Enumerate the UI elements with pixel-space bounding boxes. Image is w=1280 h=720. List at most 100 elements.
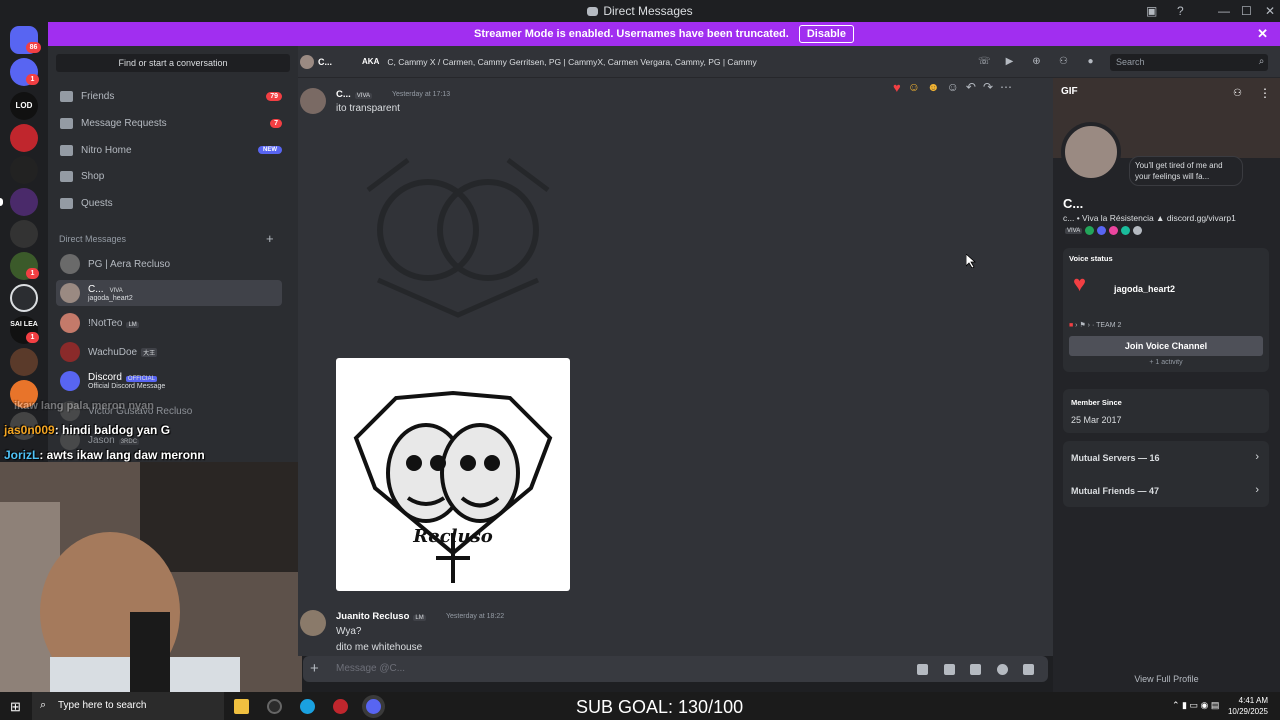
help-icon[interactable]: ? [1177, 4, 1184, 18]
user-profile-panel: GIF ⚇ ⋮ You'll get tired of me and your … [1053, 78, 1280, 692]
dm-header: Direct Messages [59, 234, 127, 244]
inbox-icon[interactable]: ▣ [1146, 4, 1157, 18]
attach-plus-icon[interactable]: + [310, 660, 319, 677]
badge-icon [1109, 226, 1119, 235]
transparent-image-attachment[interactable] [346, 145, 570, 325]
search-input[interactable]: Search [1110, 54, 1268, 71]
server-icon[interactable] [10, 124, 38, 152]
app-icon[interactable] [333, 699, 348, 714]
aka-label: AKA [362, 57, 380, 66]
find-conversation-input[interactable]: Find or start a conversation [56, 54, 290, 72]
disable-streamer-button[interactable]: Disable [798, 25, 854, 43]
add-friend-icon[interactable]: ⚇ [1233, 88, 1242, 99]
dm-name: PG | Aera Recluso [88, 258, 171, 270]
mutuals-card: Mutual Servers — 16 › Mutual Friends — 4… [1063, 441, 1269, 507]
nav-message-requests[interactable]: Message Requests 7 [56, 111, 282, 135]
mail-icon [60, 117, 73, 129]
more-options-icon[interactable]: ⋮ [1259, 86, 1271, 100]
mutual-servers-row[interactable]: Mutual Servers — 16 › [1063, 441, 1269, 474]
server-icon[interactable] [10, 284, 38, 312]
user-profile-icon[interactable]: ● [1085, 56, 1096, 67]
voice-team: TEAM 2 [1096, 322, 1122, 329]
laugh-reaction-icon[interactable]: ☺ [908, 80, 920, 94]
add-reaction-icon[interactable]: ☺ [947, 80, 959, 94]
join-voice-channel-button[interactable]: Join Voice Channel [1069, 336, 1263, 356]
chevron-right-icon: › [1255, 484, 1259, 496]
file-explorer-icon[interactable] [234, 699, 249, 714]
taskbar-clock[interactable]: 4:41 AM 10/29/2025 [1228, 695, 1268, 717]
nav-quests[interactable]: Quests [56, 191, 282, 215]
heart-icon: ♥ [1073, 271, 1087, 296]
unread-pip [0, 198, 3, 206]
forward-icon[interactable]: ↷ [983, 80, 993, 94]
profile-badges: VIVA [1065, 226, 1143, 235]
message-text: ito transparent [336, 103, 400, 114]
view-full-profile-link[interactable]: View Full Profile [1053, 674, 1280, 684]
apps-icon[interactable] [1023, 664, 1034, 675]
sticker-icon[interactable] [970, 664, 981, 675]
maximize-button[interactable]: ☐ [1241, 4, 1252, 18]
pin-icon[interactable]: ⊕ [1031, 56, 1042, 67]
more-options-icon[interactable]: ⋯ [1000, 80, 1012, 94]
friends-count-badge: 79 [266, 91, 282, 101]
system-tray-icons[interactable]: ⌃ ▮ ▭ ◉ ▤ [1172, 700, 1219, 711]
voice-call-icon[interactable]: ☏ [978, 56, 991, 67]
video-call-icon[interactable]: ▶ [1004, 56, 1015, 67]
window-title-bar: Direct Messages ▣ ? — ☐ ✕ [0, 0, 1280, 22]
reply-icon[interactable]: ↶ [966, 80, 976, 94]
server-icon[interactable] [10, 348, 38, 376]
activity-link[interactable]: + 1 activity [1063, 359, 1269, 367]
mutual-friends-row[interactable]: Mutual Friends — 47 › [1063, 474, 1269, 507]
chat-user: JorizL [4, 448, 40, 462]
add-friends-icon[interactable]: ⚇ [1058, 56, 1069, 67]
dm-item-selected[interactable]: C... VIVA jagoda_heart2 [56, 280, 282, 306]
server-icon[interactable] [10, 156, 38, 184]
emoji-icon[interactable] [997, 664, 1008, 675]
member-since-card: Member Since 25 Mar 2017 [1063, 389, 1269, 433]
dm-item[interactable]: PG | Aera Recluso [56, 251, 282, 277]
profile-avatar [1061, 122, 1121, 182]
window-title: Direct Messages [603, 4, 693, 18]
guild-tag: 3RDC [118, 438, 140, 445]
discord-taskbar-icon[interactable] [366, 699, 381, 714]
create-dm-plus-icon[interactable]: + [266, 231, 274, 246]
server-icon[interactable] [10, 188, 38, 216]
emoji-reaction-icon[interactable]: ☻ [927, 80, 940, 94]
image-attachment[interactable]: Recluso [336, 358, 570, 591]
avatar [300, 54, 314, 69]
avatar [60, 313, 80, 333]
message-composer[interactable]: + Message @C... [303, 656, 1048, 682]
dm-item[interactable]: !NotTeo LM [56, 310, 282, 336]
nav-shop[interactable]: Shop [56, 164, 282, 188]
stream-chat-line: jas0n009: hindi baldog yan G [4, 423, 170, 437]
server-icon-lod[interactable]: LOD [10, 92, 38, 120]
gift-icon[interactable] [917, 664, 928, 675]
nav-nitro-home[interactable]: Nitro Home NEW [56, 138, 282, 162]
avatar [60, 283, 80, 303]
streamer-mode-banner: Streamer Mode is enabled. Usernames have… [48, 22, 1280, 46]
minimize-button[interactable]: — [1218, 4, 1230, 18]
close-icon[interactable]: ✕ [1257, 26, 1268, 42]
edge-icon[interactable] [300, 699, 315, 714]
dm-item[interactable]: WachuDoe 大王 [56, 339, 282, 365]
nav-friends[interactable]: Friends 79 [56, 84, 282, 108]
dm-item[interactable]: Discord OFFICIAL Official Discord Message [56, 368, 282, 394]
server-icon[interactable] [10, 220, 38, 248]
friends-icon [60, 90, 73, 102]
heart-reaction-icon[interactable]: ♥ [893, 80, 901, 95]
message-input-placeholder[interactable]: Message @C... [336, 663, 405, 674]
guild-tag: VIVA [107, 288, 125, 294]
home-badge: 86 [26, 42, 41, 53]
gif-icon[interactable] [944, 664, 955, 675]
taskbar-search-input[interactable]: Type here to search [32, 692, 224, 720]
nav-label: Shop [81, 170, 105, 182]
guild-tag: 大王 [141, 347, 158, 357]
search-icon: ⌕ [1258, 56, 1265, 67]
close-window-button[interactable]: ✕ [1265, 4, 1275, 18]
app-icon[interactable] [267, 699, 282, 714]
mouse-cursor-icon [966, 254, 976, 268]
windows-start-icon[interactable]: ⊞ [10, 699, 21, 715]
chevron-right-icon: › [1255, 451, 1259, 463]
dm-subtitle: Official Discord Message [88, 383, 166, 390]
windows-taskbar: ⊞ Type here to search ⌕ SUB GOAL: 130/10… [0, 692, 1280, 720]
